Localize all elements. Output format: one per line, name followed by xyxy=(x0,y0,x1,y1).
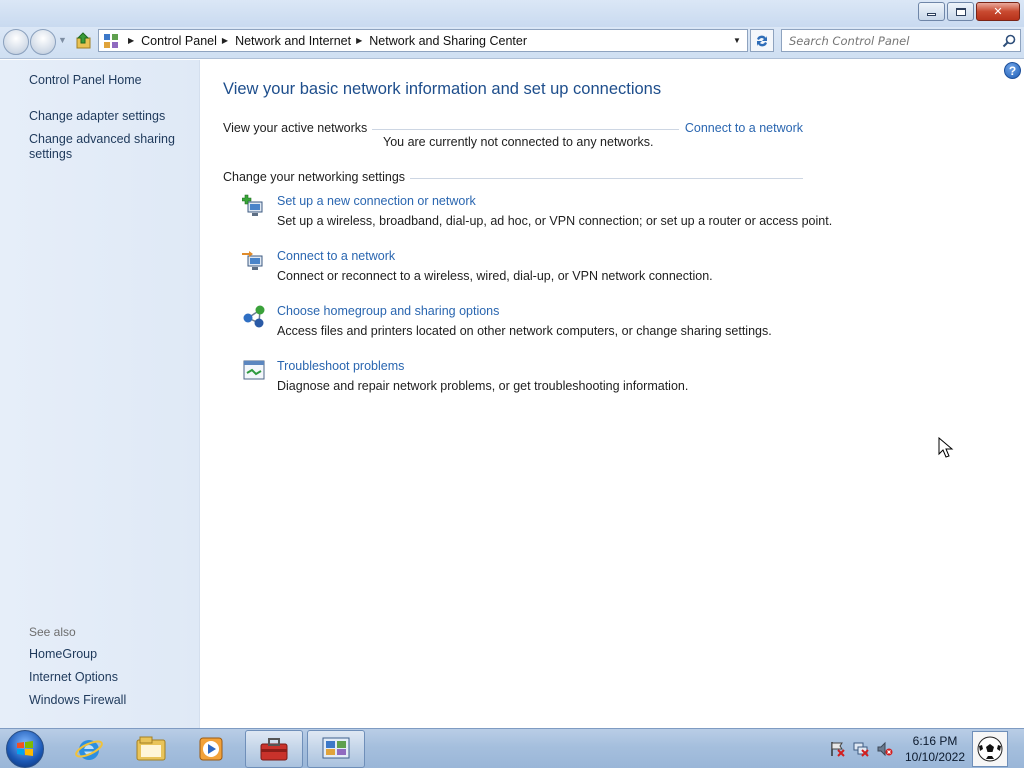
connect-network-description: Connect or reconnect to a wireless, wire… xyxy=(277,269,713,283)
chevron-right-icon[interactable]: ▶ xyxy=(356,36,362,45)
control-panel-icon xyxy=(104,33,118,48)
networking-settings-section: Change your networking settings xyxy=(223,170,803,186)
internet-options-link[interactable]: Internet Options xyxy=(29,670,118,685)
see-also-heading: See also xyxy=(29,625,76,639)
search-input[interactable] xyxy=(782,30,996,51)
recent-pages-dropdown[interactable]: ▼ xyxy=(58,35,67,45)
page-title: View your basic network information and … xyxy=(223,80,662,98)
homegroup-sharing-link[interactable]: Choose homegroup and sharing options xyxy=(277,304,499,318)
volume-muted-icon[interactable] xyxy=(877,741,893,757)
change-adapter-settings-link[interactable]: Change adapter settings xyxy=(29,109,165,124)
windows-logo-icon xyxy=(17,741,33,756)
change-advanced-sharing-settings-link[interactable]: Change advanced sharing settings xyxy=(29,132,179,162)
window-titlebar: ✕ xyxy=(0,0,1024,27)
windows-explorer-icon xyxy=(136,736,166,761)
network-disconnected-icon[interactable] xyxy=(853,741,869,757)
troubleshoot-description: Diagnose and repair network problems, or… xyxy=(277,379,689,393)
task-troubleshoot: Troubleshoot problems Diagnose and repai… xyxy=(242,359,842,399)
homegroup-link[interactable]: HomeGroup xyxy=(29,647,97,662)
media-player-icon xyxy=(199,737,223,761)
control-panel-home-link[interactable]: Control Panel Home xyxy=(29,73,142,88)
windows-firewall-link[interactable]: Windows Firewall xyxy=(29,693,126,708)
address-breadcrumb[interactable]: ▶ Control Panel ▶ Network and Internet ▶… xyxy=(98,29,748,52)
toolbox-icon xyxy=(260,738,288,761)
taskbar-windows-explorer[interactable] xyxy=(122,730,180,768)
restore-button[interactable] xyxy=(947,2,974,21)
task-homegroup: Choose homegroup and sharing options Acc… xyxy=(242,304,842,344)
breadcrumb-control-panel[interactable]: Control Panel xyxy=(141,34,217,48)
chevron-right-icon[interactable]: ▶ xyxy=(222,36,228,45)
task-new-connection: Set up a new connection or network Set u… xyxy=(242,194,842,234)
chevron-right-icon[interactable]: ▶ xyxy=(128,36,134,45)
address-toolbar: ▼ ▶ Control Panel ▶ Network and Internet… xyxy=(0,27,1024,59)
connect-to-network-task-link[interactable]: Connect to a network xyxy=(277,249,395,263)
minimize-icon xyxy=(927,13,936,16)
restore-icon xyxy=(955,7,966,16)
user-tile[interactable] xyxy=(972,731,1008,767)
control-panel-icon xyxy=(322,737,350,759)
breadcrumb-network-sharing-center[interactable]: Network and Sharing Center xyxy=(369,34,527,48)
main-content: ? View your basic network information an… xyxy=(200,60,1024,728)
help-icon[interactable]: ? xyxy=(1004,62,1021,79)
search-box[interactable] xyxy=(781,29,1021,52)
connect-to-network-link[interactable]: Connect to a network xyxy=(678,121,803,135)
active-networks-label: View your active networks xyxy=(223,121,373,135)
setup-connection-link[interactable]: Set up a new connection or network xyxy=(277,194,476,208)
close-icon: ✕ xyxy=(993,6,1003,18)
taskbar-control-panel[interactable] xyxy=(307,730,365,768)
new-connection-icon xyxy=(242,194,263,216)
breadcrumb-network-and-internet[interactable]: Network and Internet xyxy=(235,34,351,48)
troubleshoot-icon xyxy=(243,360,265,380)
taskbar-media-player[interactable] xyxy=(182,730,240,768)
start-button[interactable] xyxy=(6,730,44,768)
homegroup-sharing-description: Access files and printers located on oth… xyxy=(277,324,772,338)
troubleshoot-link[interactable]: Troubleshoot problems xyxy=(277,359,404,373)
close-button[interactable]: ✕ xyxy=(976,2,1020,21)
search-icon[interactable] xyxy=(1002,34,1016,48)
networking-settings-label: Change your networking settings xyxy=(223,170,411,184)
taskbar: 6:16 PM 10/10/2022 xyxy=(0,728,1024,768)
homegroup-icon xyxy=(243,305,265,328)
soccer-ball-icon xyxy=(977,736,1003,762)
caption-buttons: ✕ xyxy=(916,2,1020,21)
refresh-button[interactable] xyxy=(750,29,774,52)
address-dropdown-icon[interactable]: ▼ xyxy=(727,30,747,51)
taskbar-internet-explorer[interactable] xyxy=(60,730,118,768)
connect-network-icon xyxy=(242,251,263,270)
back-button[interactable] xyxy=(3,29,29,55)
system-clock[interactable]: 6:16 PM 10/10/2022 xyxy=(900,733,970,765)
connection-status-text: You are currently not connected to any n… xyxy=(383,135,654,149)
navigation-pane: Control Panel Home Change adapter settin… xyxy=(0,60,200,728)
internet-explorer-icon xyxy=(75,740,103,760)
mouse-cursor-icon xyxy=(938,437,954,458)
clock-time: 6:16 PM xyxy=(912,734,958,748)
taskbar-toolbox-app[interactable] xyxy=(245,730,303,768)
action-center-flag-icon[interactable] xyxy=(829,741,845,757)
clock-date: 10/10/2022 xyxy=(904,750,966,764)
setup-connection-description: Set up a wireless, broadband, dial-up, a… xyxy=(277,214,833,228)
task-connect-network: Connect to a network Connect or reconnec… xyxy=(242,249,842,289)
minimize-button[interactable] xyxy=(918,2,945,21)
refresh-icon xyxy=(757,35,767,46)
forward-button[interactable] xyxy=(30,29,56,55)
up-folder-icon[interactable] xyxy=(74,31,94,51)
